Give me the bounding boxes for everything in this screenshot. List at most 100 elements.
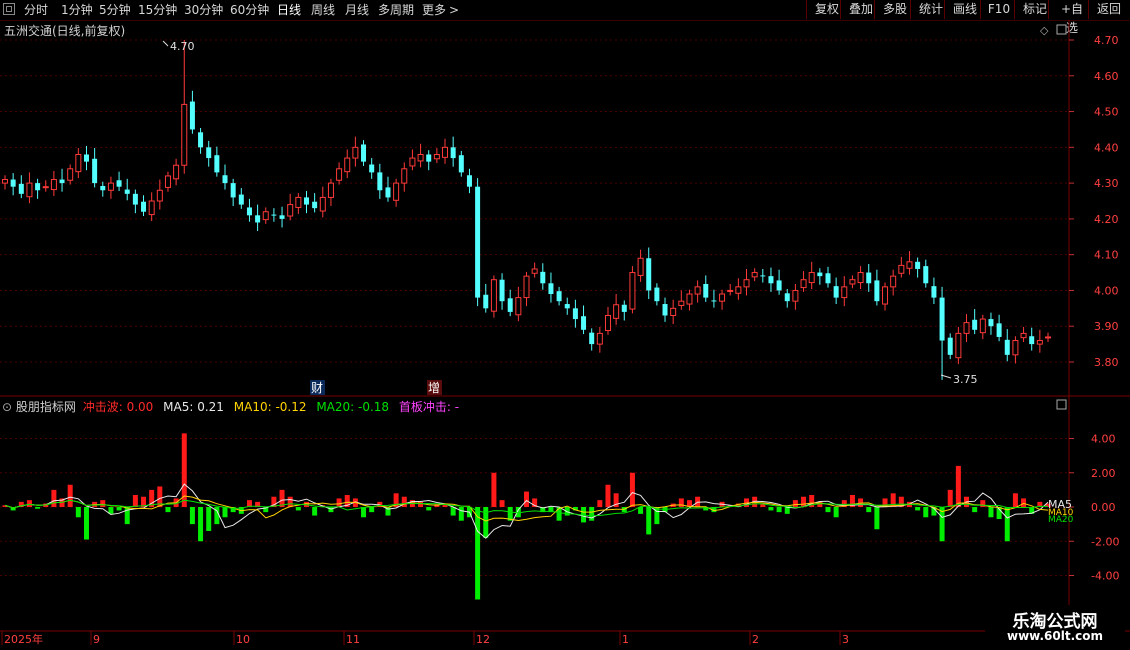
period-more[interactable]: 更多 xyxy=(422,1,446,19)
candle-body xyxy=(92,158,98,184)
candle-body xyxy=(629,272,636,310)
candle-body xyxy=(100,185,106,191)
period-monthly[interactable]: 月线 xyxy=(345,1,369,19)
impulse-bar xyxy=(646,507,652,535)
impulse-bar xyxy=(923,507,929,518)
legend-first-board: 首板冲击: - xyxy=(398,400,460,414)
candle-body xyxy=(686,293,693,305)
impulse-bar xyxy=(605,484,611,507)
impulse-bar xyxy=(426,507,432,511)
impulse-bar xyxy=(792,500,798,507)
candle-body xyxy=(564,304,570,309)
impulse-bar xyxy=(988,507,994,518)
candle-body xyxy=(760,275,766,277)
stock-title: 五洲交通(日线,前复权) xyxy=(4,24,126,38)
candle-body xyxy=(963,322,970,334)
multi-stock-button[interactable]: 多股 xyxy=(874,0,915,19)
candle-body xyxy=(531,268,538,274)
period-15min[interactable]: 15分钟 xyxy=(138,1,177,19)
candle-body xyxy=(327,182,334,198)
candle-body xyxy=(336,168,343,181)
maximize-icon[interactable] xyxy=(1056,24,1067,35)
kline-chart-area[interactable]: 4.70 3.75 财 增 4.704.604.504.404.304.204.… xyxy=(0,20,1130,650)
candle-body xyxy=(230,183,236,198)
indicator-maximize-icon[interactable] xyxy=(1056,399,1067,410)
finance-marker[interactable]: 财 xyxy=(311,381,323,395)
back-button[interactable]: 返回 xyxy=(1088,0,1129,19)
candle-body xyxy=(385,187,391,198)
collapse-icon[interactable]: ⊙ xyxy=(2,400,12,414)
chevron-right-icon[interactable]: > xyxy=(449,1,459,19)
impulse-bar xyxy=(524,491,529,507)
candle-body xyxy=(490,279,497,312)
increase-marker[interactable]: 增 xyxy=(428,381,440,395)
impulse-bar xyxy=(866,507,872,513)
period-multi[interactable]: 多周期 xyxy=(378,1,414,19)
period-5min[interactable]: 5分钟 xyxy=(99,1,131,19)
draw-line-button[interactable]: 画线 xyxy=(944,0,985,19)
f10-button[interactable]: F10 xyxy=(980,0,1017,19)
candle-body xyxy=(271,214,277,216)
candle-body xyxy=(433,153,440,160)
date-tick-label: 9 xyxy=(93,633,100,646)
candle-body xyxy=(694,286,701,295)
period-1min[interactable]: 1分钟 xyxy=(61,1,93,19)
price-tick-label: 3.80 xyxy=(1094,356,1119,369)
candle-body xyxy=(214,155,220,173)
candle-body xyxy=(401,168,408,184)
diamond-icon[interactable]: ◇ xyxy=(1040,24,1049,37)
period-60min[interactable]: 60分钟 xyxy=(230,1,269,19)
legend-ma5: MA5: 0.21 xyxy=(163,400,224,414)
period-minute-chart[interactable]: 分时 xyxy=(24,1,48,19)
price-tick-label: 4.70 xyxy=(1094,34,1119,47)
candle-body xyxy=(792,289,799,302)
price-tick-label: 4.30 xyxy=(1094,177,1119,190)
impulse-bar xyxy=(401,496,407,507)
candle-body xyxy=(972,319,978,330)
candle-body xyxy=(743,279,750,288)
impulse-bar xyxy=(833,507,839,518)
candlestick-series xyxy=(2,40,1051,380)
candle-body xyxy=(1020,332,1027,339)
candle-body xyxy=(548,283,554,295)
indicator-tick-label: -4.00 xyxy=(1091,570,1119,583)
date-tick-label: 1 xyxy=(622,633,629,646)
date-tick-label: 2 xyxy=(752,633,759,646)
candle-body xyxy=(841,286,848,299)
impulse-bar xyxy=(83,507,89,540)
candle-body xyxy=(882,286,889,305)
indicator-tick-label: 0.00 xyxy=(1091,501,1116,514)
indicator-tick-label: 2.00 xyxy=(1091,467,1116,480)
date-axis: 2025年 9 10 11 12 1 2 3 xyxy=(1,631,849,646)
window-menu-icon[interactable] xyxy=(3,3,15,15)
candle-body xyxy=(646,258,652,291)
date-tick-label: 3 xyxy=(842,633,849,646)
candle-body xyxy=(312,201,318,209)
candle-body xyxy=(319,196,326,212)
candle-body xyxy=(26,182,33,198)
indicator-tick-label: 4.00 xyxy=(1091,433,1116,446)
candle-body xyxy=(825,273,831,284)
impulse-bar xyxy=(915,507,921,511)
period-weekly[interactable]: 周线 xyxy=(311,1,335,19)
candle-body xyxy=(678,300,685,306)
period-daily[interactable]: 日线 xyxy=(277,1,301,19)
impulse-bar xyxy=(980,500,986,507)
impulse-bar xyxy=(768,507,774,511)
indicator-name[interactable]: 股朋指标网 xyxy=(16,400,76,414)
candle-body xyxy=(107,182,114,191)
candle-body xyxy=(132,193,138,205)
impulse-bar xyxy=(1021,498,1027,507)
candle-body xyxy=(898,264,905,274)
impulse-bar xyxy=(597,500,603,507)
period-30min[interactable]: 30分钟 xyxy=(184,1,223,19)
indicator-legend: ⊙ 股朋指标网 冲击波: 0.00 MA5: 0.21 MA10: -0.12 … xyxy=(2,398,459,415)
high-price-label: 4.70 xyxy=(170,40,195,53)
candle-body xyxy=(295,196,302,208)
candle-body xyxy=(417,153,424,162)
price-tick-label: 4.40 xyxy=(1094,141,1119,154)
impulse-bar xyxy=(801,496,807,507)
candle-body xyxy=(352,146,359,159)
candle-body xyxy=(116,180,122,187)
candle-body xyxy=(670,307,677,316)
